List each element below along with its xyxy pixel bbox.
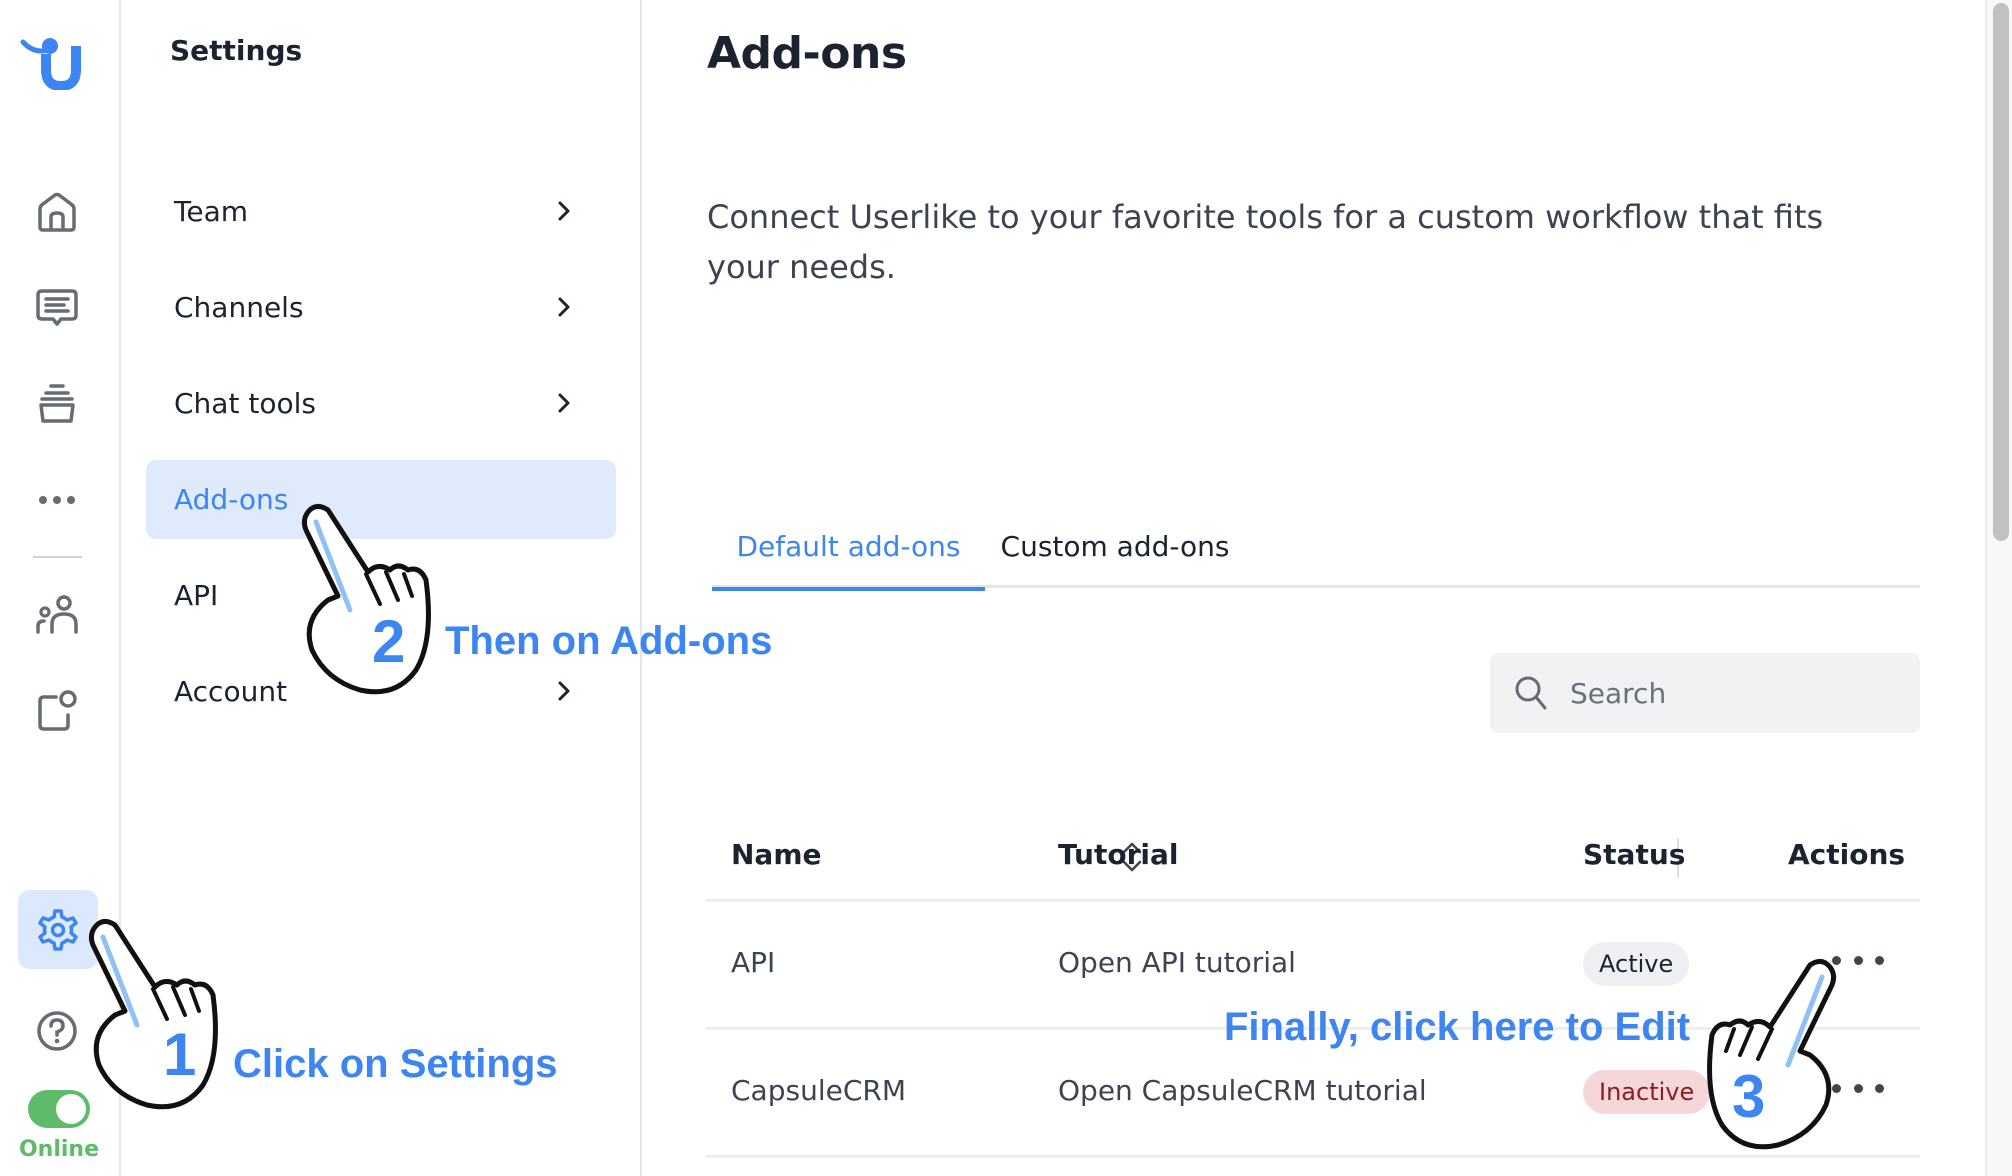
row-actions-button[interactable] (1832, 1076, 1884, 1100)
settings-sidebar: Settings Team Channels Chat tools Add-on… (121, 0, 642, 1176)
help-icon[interactable] (33, 1007, 81, 1055)
status-badge: Inactive (1583, 1070, 1711, 1114)
chevron-right-icon (558, 393, 570, 413)
search-box[interactable] (1490, 653, 1920, 733)
sidebar-item-chat-tools[interactable]: Chat tools (146, 364, 616, 443)
more-dot-icon (1853, 1083, 1863, 1093)
sidebar-item-channels[interactable]: Channels (146, 268, 616, 347)
page-description: Connect Userlike to your favorite tools … (707, 198, 1824, 286)
home-icon[interactable] (33, 188, 81, 236)
chat-icon[interactable] (33, 284, 81, 332)
sidebar-item-label: Account (174, 675, 288, 708)
column-header-name[interactable]: Name (731, 838, 822, 871)
inbox-icon[interactable] (33, 379, 81, 427)
toggle-knob (56, 1094, 86, 1124)
main-content: Add-ons Connect Userlike to your favorit… (643, 0, 1985, 1176)
addon-tabs: Default add-ons Custom add-ons (712, 520, 1920, 591)
more-dot-icon (1832, 955, 1841, 965)
scrollbar-thumb[interactable] (1993, 3, 2009, 541)
tutorial-link[interactable]: Open CapsuleCRM tutorial (1058, 1074, 1427, 1107)
row-actions-button[interactable] (1832, 948, 1884, 972)
more-dot-icon (1875, 1083, 1884, 1093)
sidebar-item-label: Chat tools (174, 387, 316, 420)
widget-icon[interactable] (33, 686, 81, 734)
annotation-step-3: Finally, click here to Edit (1224, 1005, 1691, 1049)
chevron-right-icon (558, 681, 570, 701)
nav-rail: Online (0, 0, 121, 1176)
annotation-step-1: Click on Settings (233, 1042, 558, 1086)
column-header-actions: Actions (1788, 838, 1906, 871)
sidebar-item-label: API (174, 579, 219, 612)
people-icon[interactable] (33, 591, 81, 639)
chevron-right-icon (558, 297, 570, 317)
online-status-label: Online (18, 1137, 100, 1162)
search-input[interactable] (1570, 676, 1890, 710)
sidebar-item-team[interactable]: Team (146, 172, 616, 251)
search-icon (1515, 676, 1547, 710)
gear-icon (38, 908, 78, 951)
addon-name: API (731, 946, 776, 979)
tab-default-add-ons[interactable]: Default add-ons (712, 530, 985, 591)
addons-table: Name Tutorial Status Actions API Open AP… (706, 810, 1920, 1158)
more-dot-icon (1853, 955, 1863, 965)
online-status-toggle[interactable] (28, 1090, 90, 1128)
annotation-step-2: Then on Add-ons (445, 619, 773, 663)
more-icon[interactable] (33, 476, 81, 524)
sidebar-item-add-ons[interactable]: Add-ons (146, 460, 616, 539)
more-dot-icon (1832, 1083, 1841, 1093)
sidebar-item-label: Team (174, 195, 249, 228)
sidebar-item-label: Channels (174, 291, 304, 324)
page-scrollbar[interactable] (1985, 0, 2012, 1176)
settings-button[interactable] (18, 890, 98, 969)
tab-custom-add-ons[interactable]: Custom add-ons (985, 530, 1245, 588)
sidebar-title: Settings (170, 34, 303, 67)
more-dot-icon (1875, 955, 1884, 965)
table-header: Name Tutorial Status Actions (706, 810, 1920, 902)
rail-divider (33, 556, 82, 558)
addon-name: CapsuleCRM (731, 1074, 906, 1107)
chevron-right-icon (558, 201, 570, 221)
tutorial-link[interactable]: Open API tutorial (1058, 946, 1296, 979)
sidebar-item-label: Add-ons (174, 483, 289, 516)
status-badge: Active (1583, 942, 1690, 986)
column-header-tutorial: Tutorial (1058, 838, 1179, 871)
userlike-logo[interactable] (20, 30, 82, 92)
column-header-status: Status (1583, 838, 1686, 871)
page-title: Add-ons (707, 28, 907, 79)
